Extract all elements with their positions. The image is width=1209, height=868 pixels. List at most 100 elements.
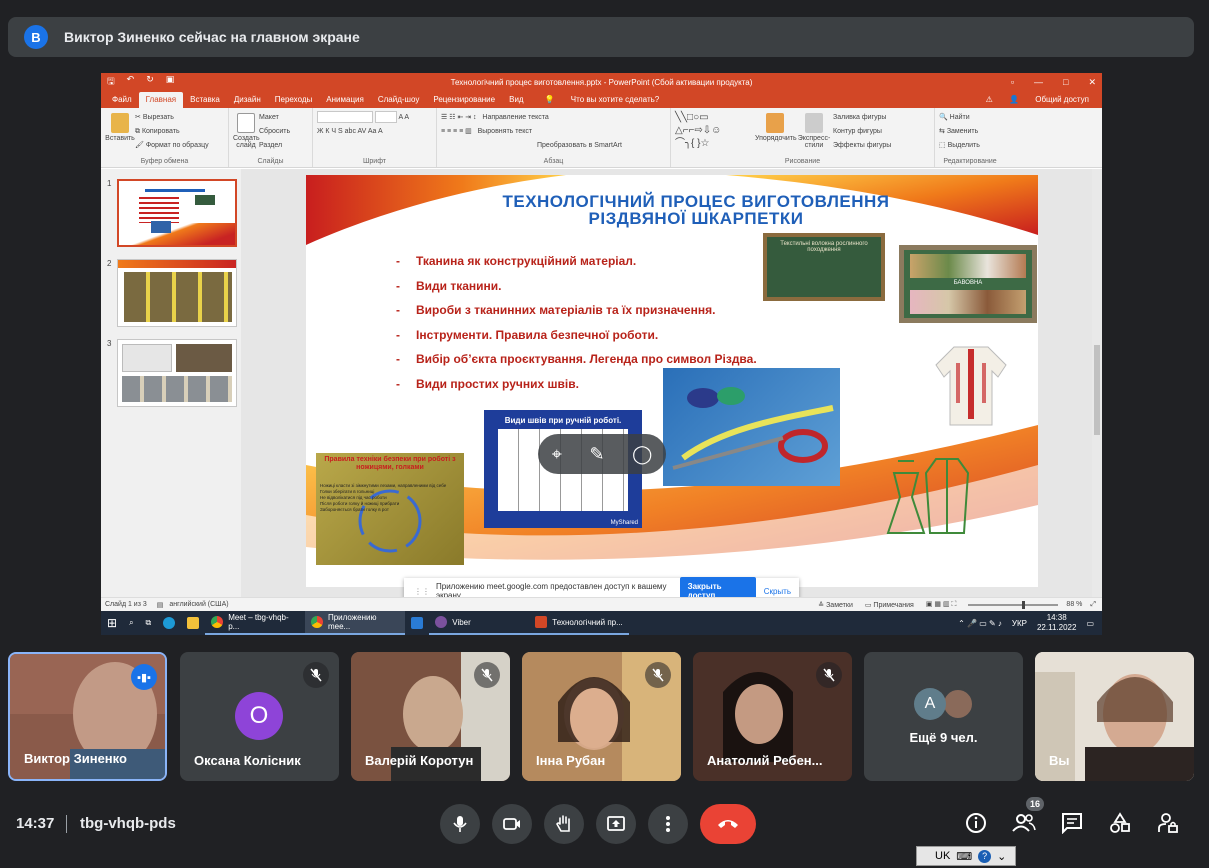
self-tile[interactable]: Вы	[1035, 652, 1194, 781]
scroll-thumb[interactable]	[1094, 345, 1100, 435]
grow-font-icon[interactable]: A A	[399, 114, 410, 121]
meeting-info-button[interactable]	[962, 809, 990, 837]
bullet-item: Види тканини.	[396, 274, 757, 299]
tab-animation[interactable]: Анимация	[319, 95, 371, 108]
fit-slide-icon[interactable]: ⤢	[1090, 601, 1096, 609]
raise-hand-button[interactable]	[544, 804, 584, 844]
mail-icon[interactable]	[405, 611, 429, 635]
quick-styles-button[interactable]: Экспресс-стили	[795, 111, 833, 149]
comments-button[interactable]: ▭ Примечания	[865, 601, 914, 609]
zoom-slider[interactable]	[968, 600, 1059, 609]
zoom-level[interactable]: 88 %	[1066, 601, 1082, 608]
share-button[interactable]: ⚠ 👤 Общий доступ	[972, 95, 1102, 108]
help-icon[interactable]: ?	[978, 849, 992, 863]
camera-button[interactable]	[492, 804, 532, 844]
tell-me-search[interactable]: 💡 Что вы хотите сделать?	[531, 95, 674, 108]
leave-call-button[interactable]	[700, 804, 756, 844]
people-icon	[1012, 814, 1036, 832]
microphone-button[interactable]	[440, 804, 480, 844]
slide-title: ТЕХНОЛОГІЧНИЙ ПРОЦЕС ВИГОТОВЛЕННЯ РІЗДВЯ…	[502, 192, 890, 228]
maximize-icon[interactable]: □	[1063, 77, 1068, 88]
participant-tile[interactable]: О Оксана Колісник	[180, 652, 339, 781]
taskbar-app-viber[interactable]: Viber	[429, 611, 530, 635]
taskbar-app-share[interactable]: Приложению mee...	[305, 611, 406, 635]
smartart-button[interactable]: Преобразовать в SmartArt	[441, 139, 666, 153]
list-icons[interactable]: ☰ ☷ ⇤ ⇥ ↕	[441, 114, 477, 121]
hide-notice-button[interactable]: Скрыть	[764, 587, 791, 596]
search-icon[interactable]: ⌕	[123, 611, 139, 635]
more-options-button[interactable]	[648, 804, 688, 844]
stop-circle-icon[interactable]: ◯	[632, 444, 652, 465]
participant-avatar: О	[235, 692, 283, 740]
notifications-icon[interactable]: ▭	[1086, 619, 1094, 628]
pen-off-icon[interactable]: ✎	[589, 444, 604, 465]
host-controls-button[interactable]	[1154, 809, 1182, 837]
language-status[interactable]: английский (США)	[169, 601, 228, 608]
taskbar-language[interactable]: УКР	[1012, 619, 1027, 628]
participant-tile[interactable]: Анатолий Ребен...	[693, 652, 852, 781]
editing-group: 🔍 Найти ⇆ Заменить ⬚ Выделить Редактиров…	[935, 108, 1005, 167]
slide-thumb-3[interactable]	[117, 339, 237, 407]
keyboard-icon[interactable]: ⌨	[956, 850, 972, 863]
language-bar-menu-icon[interactable]: ⌄	[997, 850, 1006, 863]
paste-button[interactable]: Вставить	[105, 111, 135, 142]
tab-slideshow[interactable]: Слайд-шоу	[371, 95, 426, 108]
taskbar-app-meet[interactable]: Meet – tbg-vhqb-p...	[205, 611, 306, 635]
font-name-field[interactable]	[317, 111, 373, 124]
pointer-off-icon[interactable]: ⌖	[552, 444, 562, 465]
view-buttons[interactable]: ▣ ▦ ▥ ⛶	[926, 600, 957, 609]
ribbon-options-icon[interactable]: ▫	[1011, 77, 1014, 88]
select-button[interactable]: ⬚ Выделить	[939, 139, 1001, 153]
task-view-icon[interactable]: ⧉	[140, 611, 158, 635]
spell-icon[interactable]: ▤	[157, 601, 164, 609]
participant-name: Валерій Коротун	[365, 753, 474, 768]
presentation-overlay-toolbar: ⌖ ✎ ◯	[538, 434, 666, 474]
shapes-gallery[interactable]: ╲╲□○▭ △⌐⌐⇨⇩☺ ⌒╮{ }☆	[675, 111, 755, 150]
activities-button[interactable]	[1106, 809, 1134, 837]
taskbar-clock[interactable]: 14:38 22.11.2022	[1037, 613, 1076, 633]
tab-review[interactable]: Рецензирование	[426, 95, 502, 108]
present-screen-button[interactable]	[596, 804, 636, 844]
font-size-field[interactable]	[374, 111, 397, 124]
arrange-button[interactable]: Упорядочить	[755, 111, 797, 142]
tab-file[interactable]: Файл	[105, 95, 139, 108]
participant-tile[interactable]: ▪▮▪ Виктор Зиненко	[8, 652, 167, 781]
align-text-button[interactable]: Выровнять текст	[478, 128, 533, 135]
slide-thumb-2[interactable]	[117, 259, 237, 327]
drag-handle-icon[interactable]: ⋮⋮	[414, 587, 430, 596]
tray-icons[interactable]: ⌃ 🎤 ▭ ✎ ♪	[958, 619, 1002, 628]
dress-drawing	[886, 458, 970, 534]
tab-home[interactable]: Главная	[138, 92, 184, 108]
slide-scrollbar[interactable]	[1092, 169, 1102, 597]
language-bar[interactable]: UK ⌨ ? ⌄	[916, 846, 1016, 866]
tab-view[interactable]: Вид	[502, 95, 530, 108]
font-style-buttons[interactable]: Ж К Ч S abc AV Aa A	[317, 125, 432, 139]
participant-name: Вы	[1049, 753, 1070, 768]
more-vert-icon	[666, 816, 670, 832]
find-button[interactable]: 🔍 Найти	[939, 111, 1001, 125]
tab-transitions[interactable]: Переходы	[268, 95, 320, 108]
close-icon[interactable]: ✕	[1088, 77, 1096, 88]
align-icons[interactable]: ≡ ≡ ≡ ≡ ▥	[441, 128, 472, 135]
chat-button[interactable]	[1058, 809, 1086, 837]
participants-button[interactable]	[1010, 809, 1038, 837]
notes-button[interactable]: ≙ Заметки	[818, 601, 853, 609]
current-slide[interactable]: ТЕХНОЛОГІЧНИЙ ПРОЦЕС ВИГОТОВЛЕННЯ РІЗДВЯ…	[306, 175, 1038, 587]
participant-tile-more[interactable]: А Ещё 9 чел.	[864, 652, 1023, 781]
participant-tile[interactable]: Валерій Коротун	[351, 652, 510, 781]
new-slide-button[interactable]: Создать слайд	[233, 111, 260, 149]
language-indicator[interactable]: UK	[935, 850, 950, 862]
explorer-icon[interactable]	[181, 611, 205, 635]
taskbar-app-powerpoint[interactable]: Технологічний пр...	[529, 611, 630, 635]
text-direction-button[interactable]: Направление текста	[482, 114, 548, 121]
tab-insert[interactable]: Вставка	[183, 95, 227, 108]
microphone-icon	[453, 816, 467, 832]
edge-icon[interactable]	[157, 611, 181, 635]
tab-design[interactable]: Дизайн	[227, 95, 268, 108]
replace-button[interactable]: ⇆ Заменить	[939, 125, 1001, 139]
minimize-icon[interactable]: —	[1034, 77, 1043, 88]
participant-tile[interactable]: Інна Рубан	[522, 652, 681, 781]
slide-thumb-1[interactable]	[117, 179, 237, 247]
cotton-label: БАВОВНА	[953, 280, 983, 286]
windows-start-icon[interactable]: ⊞	[101, 611, 123, 635]
